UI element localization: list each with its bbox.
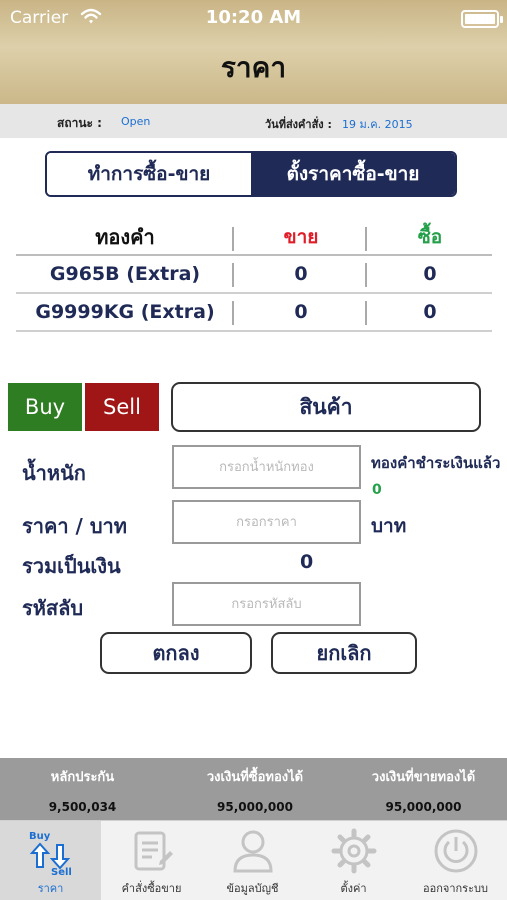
tab-logout[interactable]: ออกจากระบบ [404,821,507,900]
total-label: รวมเป็นเงิน [22,554,121,578]
table-row[interactable]: G9999KG (Extra) 0 0 [16,294,492,332]
price-table-header: ทองคำ ขาย ซื้อ [16,220,492,256]
tab-label: ออกจากระบบ [423,882,488,895]
buy-price: 0 [423,263,437,285]
tab-set-price[interactable]: ตั้งราคาซื้อ-ขาย [251,153,455,195]
buy-button[interactable]: Buy [8,383,82,431]
mode-segmented-control: ทำการซื้อ-ขาย ตั้งราคาซื้อ-ขาย [45,151,457,197]
confirm-button[interactable]: ตกลง [100,632,252,674]
price-unit-label: บาท [371,515,407,537]
sell-price: 0 [294,263,308,285]
sell-column-header: ขาย [283,226,319,248]
summary-value: 95,000,000 [217,800,293,814]
order-date-value: 19 ม.ค. 2015 [342,118,413,131]
status-info-bar: สถานะ : Open วันที่ส่งคำสั่ง : 19 ม.ค. 2… [0,104,507,138]
column-divider [365,301,367,325]
buy-limit-summary: วงเงินที่ซื้อทองได้ 95,000,000 [170,758,340,820]
weight-label: น้ำหนัก [22,461,86,485]
price-input[interactable] [172,500,361,544]
sell-price: 0 [294,301,308,323]
product-select-button[interactable]: สินค้า [171,382,481,432]
gear-icon [331,828,376,874]
order-date-label: วันที่ส่งคำสั่ง : [265,118,332,131]
product-name: G9999KG (Extra) [35,301,215,323]
tab-account[interactable]: ข้อมูลบัญชี [202,821,303,900]
summary-label: วงเงินที่ซื้อทองได้ [206,770,304,785]
buy-sell-arrows-icon: Buy Sell [29,831,72,875]
page-title: ราคา [220,51,287,84]
price-per-baht-label: ราคา / บาท [22,514,127,538]
power-icon [434,829,477,873]
total-value: 0 [300,551,314,573]
tab-orders[interactable]: คำสั่งซื้อขาย [101,821,202,900]
tab-price[interactable]: Buy Sell ราคา [0,821,101,900]
summary-label: วงเงินที่ขายทองได้ [371,770,476,785]
status-bar: Carrier 10:20 AM [0,0,507,36]
gold-column-header: ทองคำ [95,225,155,249]
status-label: สถานะ : [57,116,102,130]
weight-input[interactable] [172,445,361,489]
tab-trade[interactable]: ทำการซื้อ-ขาย [47,153,251,195]
battery-icon [461,10,503,28]
tab-settings[interactable]: ตั้งค่า [303,821,404,900]
tab-label: คำสั่งซื้อขาย [121,882,182,895]
table-row[interactable]: G965B (Extra) 0 0 [16,256,492,294]
status-value: Open [121,115,151,128]
sell-limit-summary: วงเงินที่ขายทองได้ 95,000,000 [340,758,507,820]
tab-label: ตั้งค่า [340,882,367,895]
tab-label: ราคา [37,882,64,895]
tab-bar: Buy Sell ราคา คำสั่งซื้อขาย ข้อมูลบัญชี [0,820,507,900]
column-divider [365,227,367,251]
pin-input[interactable] [172,582,361,626]
icon-buy-text: Buy [29,831,51,842]
summary-value: 9,500,034 [48,800,117,814]
clock: 10:20 AM [205,7,302,28]
price-table: ทองคำ ขาย ซื้อ G965B (Extra) 0 0 G9999KG… [16,220,492,332]
pin-label: รหัสลับ [22,596,84,620]
account-summary-bar: หลักประกัน 9,500,034 วงเงินที่ซื้อทองได้… [0,758,507,820]
tab-label: ข้อมูลบัญชี [226,882,279,895]
header: Carrier 10:20 AM ราคา [0,0,507,104]
buy-price: 0 [423,301,437,323]
paid-gold-label: ทองคำชำระเงินแล้ว [371,454,501,472]
summary-value: 95,000,000 [385,800,462,814]
icon-sell-text: Sell [51,867,72,875]
sell-button[interactable]: Sell [85,383,159,431]
order-list-icon [134,831,173,871]
buy-column-header: ซื้อ [417,226,443,248]
cancel-button[interactable]: ยกเลิก [271,632,417,674]
paid-gold-value: 0 [372,482,382,498]
column-divider [365,263,367,287]
product-name: G965B (Extra) [49,263,201,285]
collateral-summary: หลักประกัน 9,500,034 [0,758,165,820]
account-person-icon [232,830,273,873]
summary-label: หลักประกัน [50,770,115,785]
